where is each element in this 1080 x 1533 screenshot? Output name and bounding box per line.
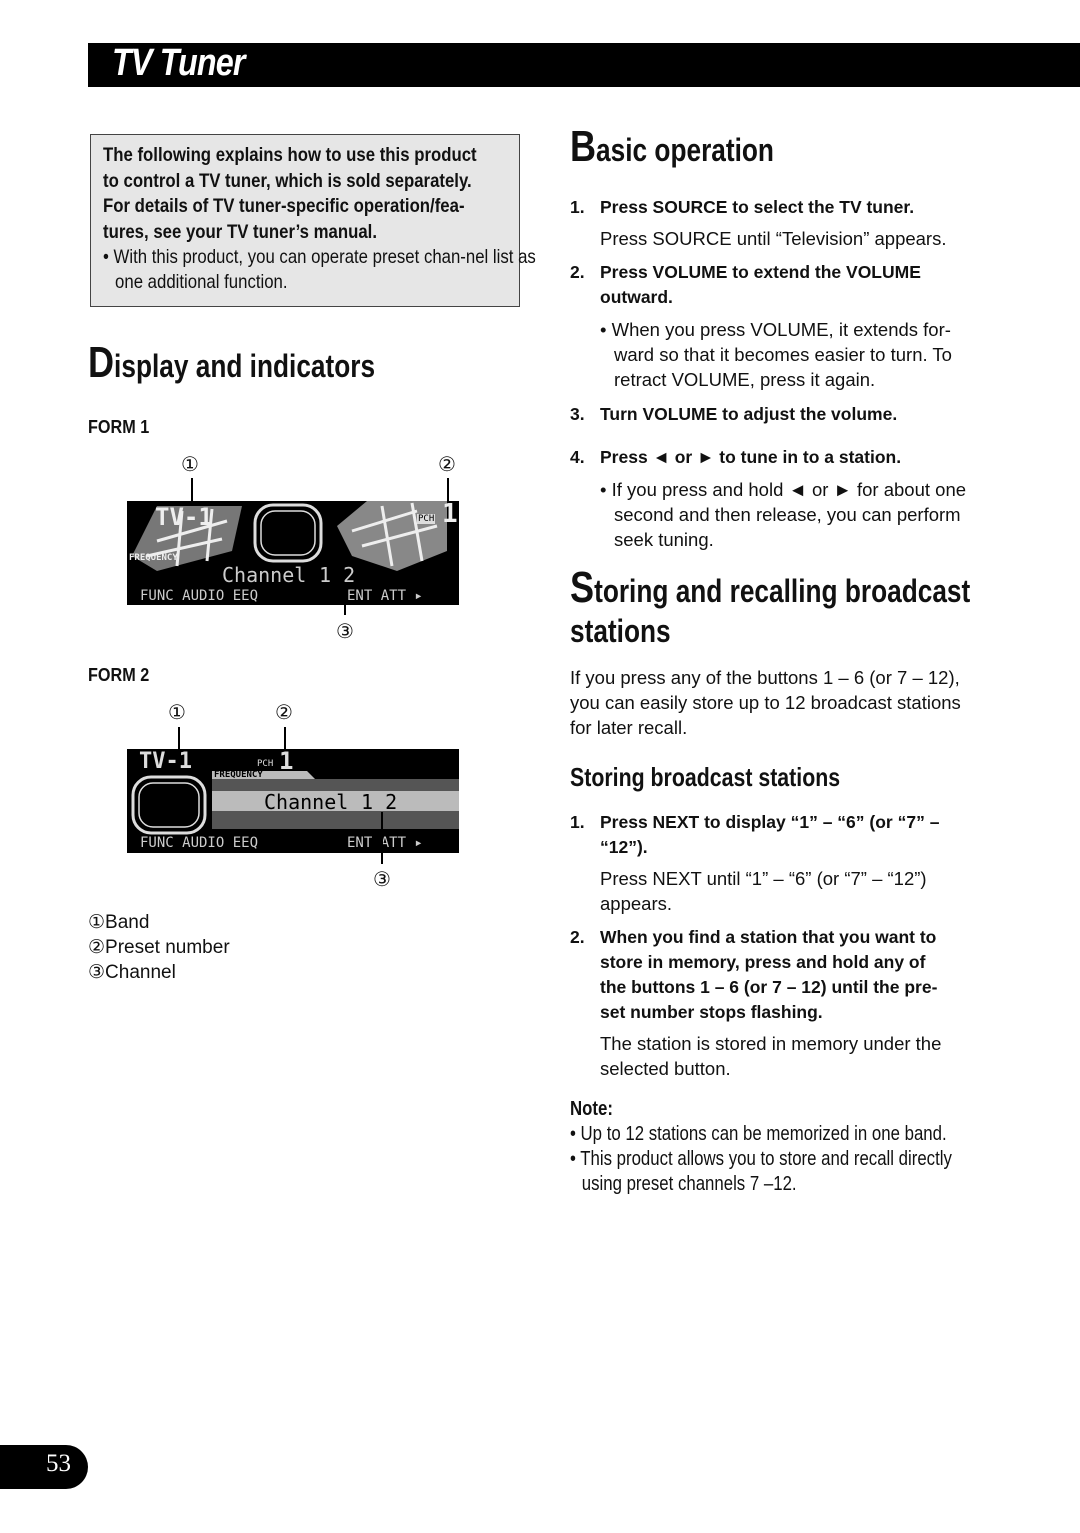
tv-icon <box>253 503 323 563</box>
page-number: 53 <box>46 1450 71 1477</box>
step: 3. Turn VOLUME to adjust the volume. <box>570 402 1030 427</box>
note-label: Note: <box>570 1098 613 1120</box>
step: 1. Press SOURCE to select the TV tuner. … <box>570 195 1030 251</box>
heading-cap: D <box>88 338 115 387</box>
preset-label: PCH <box>257 759 274 769</box>
paragraph-line: If you press any of the buttons 1 – 6 (o… <box>570 667 960 688</box>
step-title: the buttons 1 – 6 (or 7 – 12) until the … <box>600 977 938 997</box>
intro-bullet: • With this product, you can operate pre… <box>103 246 536 293</box>
step-title: Press NEXT to display “1” – “6” (or “7” … <box>600 812 940 832</box>
heading-rest: isplay and indicators <box>114 348 376 384</box>
step: 4. Press ◄ or ► to tune in to a station.… <box>570 445 1030 552</box>
step-number: 1. <box>570 197 585 217</box>
channel-label: Channel <box>264 790 349 814</box>
step-title: Press ◄ or ► to tune in to a station. <box>600 447 902 467</box>
legend-item: ②Preset number <box>88 937 230 958</box>
note-block: Note: • Up to 12 stations can be memoriz… <box>570 1097 1030 1197</box>
marker-1: ① <box>168 702 186 724</box>
heading-cap: B <box>570 122 597 171</box>
paragraph-line: you can easily store up to 12 broadcast … <box>570 692 961 713</box>
step-number: 4. <box>570 447 585 467</box>
step-body: Press NEXT until “1” – “6” (or “7” – “12… <box>600 868 927 889</box>
channel-label: Channel <box>222 563 307 587</box>
step-bullet: seek tuning. <box>614 529 714 550</box>
step-number: 3. <box>570 404 585 424</box>
storing-heading: Storing and recalling broadcast stations <box>570 566 971 651</box>
step-title: Press VOLUME to extend the VOLUME <box>600 262 921 282</box>
intro-line: The following explains how to use this p… <box>103 144 477 166</box>
frequency-label: FREQUENCY <box>214 770 263 780</box>
intro-line: tures, see your TV tuner’s manual. <box>103 220 378 243</box>
channel-number: 1 2 <box>319 563 356 587</box>
paragraph-line: for later recall. <box>570 717 688 738</box>
heading-cap: S <box>570 563 595 612</box>
step-bullet: • When you press VOLUME, it extends for- <box>600 319 951 340</box>
form2-label: FORM 2 <box>88 665 150 685</box>
leader-line <box>344 585 346 615</box>
func-keys: FUNC AUDIO EEQ <box>140 835 259 851</box>
legend-item: ③Channel <box>88 962 176 983</box>
preset-label: PCH <box>417 514 436 524</box>
step-title: When you find a station that you want to <box>600 927 937 947</box>
basic-steps: 1. Press SOURCE to select the TV tuner. … <box>570 195 1030 552</box>
indicator-legend: ①Band ②Preset number ③Channel <box>88 910 230 985</box>
legend-item: ①Band <box>88 912 150 933</box>
step-body: The station is stored in memory under th… <box>600 1033 942 1054</box>
step-bullet: • If you press and hold ◄ or ► for about… <box>600 479 967 500</box>
storing-intro: If you press any of the buttons 1 – 6 (o… <box>570 665 1030 740</box>
step-title: Turn VOLUME to adjust the volume. <box>600 404 898 424</box>
marker-3: ③ <box>336 621 354 643</box>
marker-1: ① <box>181 454 199 476</box>
channel-number: 1 2 <box>361 790 398 814</box>
note-item: • This product allows you to store and r… <box>570 1148 952 1170</box>
step-title: store in memory, press and hold any of <box>600 952 926 972</box>
note-item: using preset channels 7 –12. <box>581 1173 797 1195</box>
step-body: Press SOURCE until “Television” appears. <box>600 228 947 249</box>
intro-line: For details of TV tuner-specific operati… <box>103 195 465 217</box>
step-title: set number stops flashing. <box>600 1002 823 1022</box>
marker-2: ② <box>438 454 456 476</box>
heading-rest: asic operation <box>596 132 774 168</box>
heading-line2: stations <box>570 613 671 649</box>
marker-2: ② <box>275 702 293 724</box>
form2-display: TV-1 PCH 1 FREQUENCY Channel 1 2 FUNC AU… <box>127 747 459 853</box>
step-title: “12”). <box>600 837 648 857</box>
display-heading: Display and indicators <box>88 341 376 386</box>
step-title: Press SOURCE to select the TV tuner. <box>600 197 915 217</box>
band-indicator: TV-1 <box>139 749 192 774</box>
step: 2. Press VOLUME to extend the VOLUME out… <box>570 260 1030 392</box>
form1-label: FORM 1 <box>88 417 150 437</box>
step-body: appears. <box>600 893 672 914</box>
page-number-tab <box>0 1445 88 1489</box>
band-indicator: TV-1 <box>155 503 213 531</box>
page-title: TV Tuner <box>112 42 245 84</box>
preset-number: 1 <box>442 499 458 529</box>
step-body: selected button. <box>600 1058 731 1079</box>
step-bullet: retract VOLUME, press it again. <box>614 369 876 390</box>
right-keys: ENT ATT ▸ <box>347 835 423 851</box>
frequency-label: FREQUENCY <box>129 553 178 563</box>
intro-line: to control a TV tuner, which is sold sep… <box>103 169 472 192</box>
step: 2. When you find a station that you want… <box>570 925 1030 1081</box>
step-number: 2. <box>570 927 585 947</box>
leader-line <box>381 812 383 864</box>
form1-display: TV-1 PCH 1 FREQUENCY Channel 1 2 FUNC AU… <box>127 499 459 605</box>
preset-number: 1 <box>279 747 294 775</box>
storing-steps: 1. Press NEXT to display “1” – “6” (or “… <box>570 810 1030 1081</box>
right-keys: ENT ATT ▸ <box>347 588 423 604</box>
basic-operation-heading: Basic operation <box>570 125 774 170</box>
step-number: 1. <box>570 812 585 832</box>
storing-subheading: Storing broadcast stations <box>570 762 841 792</box>
marker-3: ③ <box>373 869 391 891</box>
step-bullet: ward so that it becomes easier to turn. … <box>614 344 952 365</box>
note-item: • Up to 12 stations can be memorized in … <box>570 1123 947 1145</box>
step: 1. Press NEXT to display “1” – “6” (or “… <box>570 810 1030 916</box>
tv-icon <box>131 775 207 835</box>
func-keys: FUNC AUDIO EEQ <box>140 588 259 604</box>
step-title: outward. <box>600 287 673 307</box>
step-number: 2. <box>570 262 585 282</box>
intro-box: The following explains how to use this p… <box>90 134 536 307</box>
heading-rest: toring and recalling broadcast <box>594 573 971 609</box>
step-bullet: second and then release, you can perform <box>614 504 961 525</box>
